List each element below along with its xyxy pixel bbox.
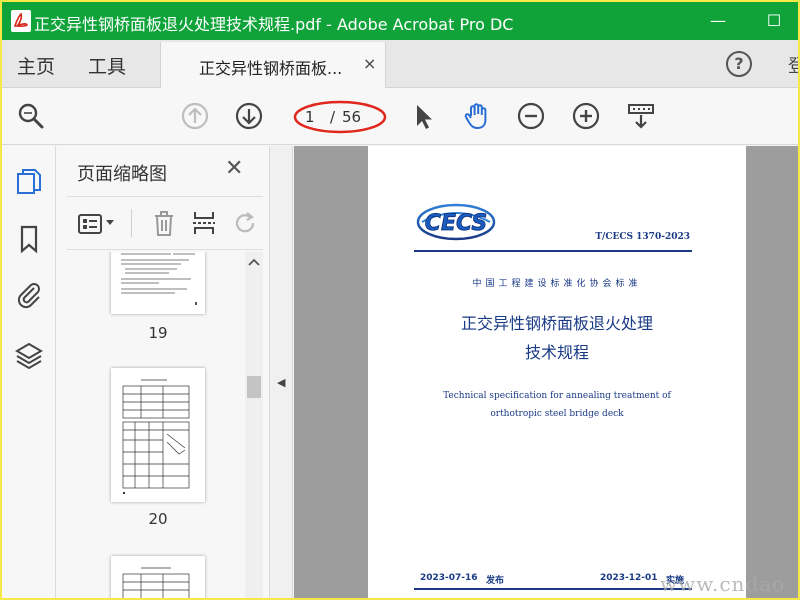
thumbnails-panel: 页面缩略图 ✕ 19 20 [57, 146, 269, 598]
thumbnails-list: 19 20 [57, 252, 269, 598]
delete-icon[interactable] [151, 209, 177, 237]
scrollbar-thumb[interactable] [247, 376, 261, 398]
issue-label: 发布 [486, 576, 505, 586]
thumbnails-scrollbar[interactable] [245, 252, 263, 598]
acrobat-logo-icon [11, 10, 31, 32]
page-thumbnails-icon[interactable] [14, 166, 44, 196]
window-title: 正交异性钢桥面板退火处理技术规程.pdf - Adobe Acrobat Pro… [34, 15, 514, 34]
bookmark-icon[interactable] [14, 224, 44, 254]
thumbnail-page-21[interactable] [111, 556, 205, 598]
page-down-icon[interactable] [234, 101, 264, 131]
red-ellipse-annotation [293, 100, 387, 134]
cecs-logo-text: CECS [425, 211, 487, 236]
close-panel-button[interactable]: ✕ [225, 156, 243, 181]
thumbnail-page-19[interactable] [111, 252, 205, 314]
watermark-text: www.cndao [660, 572, 786, 596]
page-up-icon[interactable] [180, 101, 210, 131]
attachment-icon[interactable] [14, 280, 44, 310]
navigation-rail [2, 146, 56, 598]
standard-number: T/CECS 1370-2023 [595, 232, 690, 242]
toolbar: 1 / 56 [2, 89, 798, 145]
chevron-down-icon[interactable] [105, 219, 115, 227]
help-icon[interactable]: ? [726, 51, 752, 77]
select-arrow-icon[interactable] [408, 101, 438, 131]
minimize-button[interactable]: — [704, 8, 732, 34]
english-title-line-2: orthotropic steel bridge deck [490, 409, 624, 419]
scroll-mode-icon[interactable] [626, 101, 656, 131]
cecs-logo: CECS [416, 203, 496, 241]
footer-rule [414, 588, 692, 590]
acrobat-window: 正交异性钢桥面板退火处理技术规程.pdf - Adobe Acrobat Pro… [2, 2, 798, 598]
thumbnail-options-icon[interactable] [77, 211, 103, 237]
extract-pages-icon[interactable] [191, 209, 217, 237]
thumbnails-panel-title: 页面缩略图 [77, 164, 167, 185]
search-icon[interactable] [16, 101, 46, 131]
panel-splitter[interactable]: ◀ [269, 146, 293, 598]
hand-tool-icon[interactable] [462, 101, 492, 131]
issue-date: 2023-07-16 [420, 573, 478, 583]
scroll-up-arrow-icon[interactable] [245, 256, 263, 270]
chinese-title-line-1: 正交异性钢桥面板退火处理 [460, 314, 653, 333]
tab-tools[interactable]: 工具 [88, 52, 126, 79]
thumbnail-label-20: 20 [148, 510, 168, 528]
effective-date: 2023-12-01 [600, 573, 658, 583]
thumbnails-toolbar [67, 196, 263, 250]
toolbar-divider [131, 209, 132, 237]
association-name: 中国工程建设标准化协会标准 [472, 279, 642, 289]
thumbnail-page-20[interactable] [111, 368, 205, 502]
rotate-icon[interactable] [233, 210, 259, 236]
document-tab[interactable]: 正交异性钢桥面板... × [160, 42, 386, 88]
tab-home[interactable]: 主页 [17, 52, 55, 79]
chinese-title-line-2: 技术规程 [524, 343, 589, 362]
collapse-panel-icon[interactable]: ◀ [277, 376, 285, 389]
sign-in-link[interactable]: 登 [788, 52, 798, 78]
document-tab-label: 正交异性钢桥面板... [199, 59, 343, 78]
pdf-page: CECS T/CECS 1370-2023 中国工程建设标准化协会标准 正交异性… [368, 146, 746, 598]
maximize-button[interactable]: ☐ [760, 8, 788, 34]
document-viewer[interactable]: CECS T/CECS 1370-2023 中国工程建设标准化协会标准 正交异性… [294, 146, 798, 598]
thumbnail-label-19: 19 [148, 324, 168, 342]
zoom-in-icon[interactable] [571, 101, 601, 131]
close-tab-button[interactable]: × [363, 54, 376, 73]
layers-icon[interactable] [14, 340, 44, 370]
header-rule [414, 250, 692, 252]
english-title-line-1: Technical specification for annealing tr… [443, 391, 671, 401]
tab-row: 主页 工具 正交异性钢桥面板... × ? 登 [2, 40, 798, 88]
title-bar: 正交异性钢桥面板退火处理技术规程.pdf - Adobe Acrobat Pro… [2, 2, 798, 40]
zoom-out-icon[interactable] [516, 101, 546, 131]
